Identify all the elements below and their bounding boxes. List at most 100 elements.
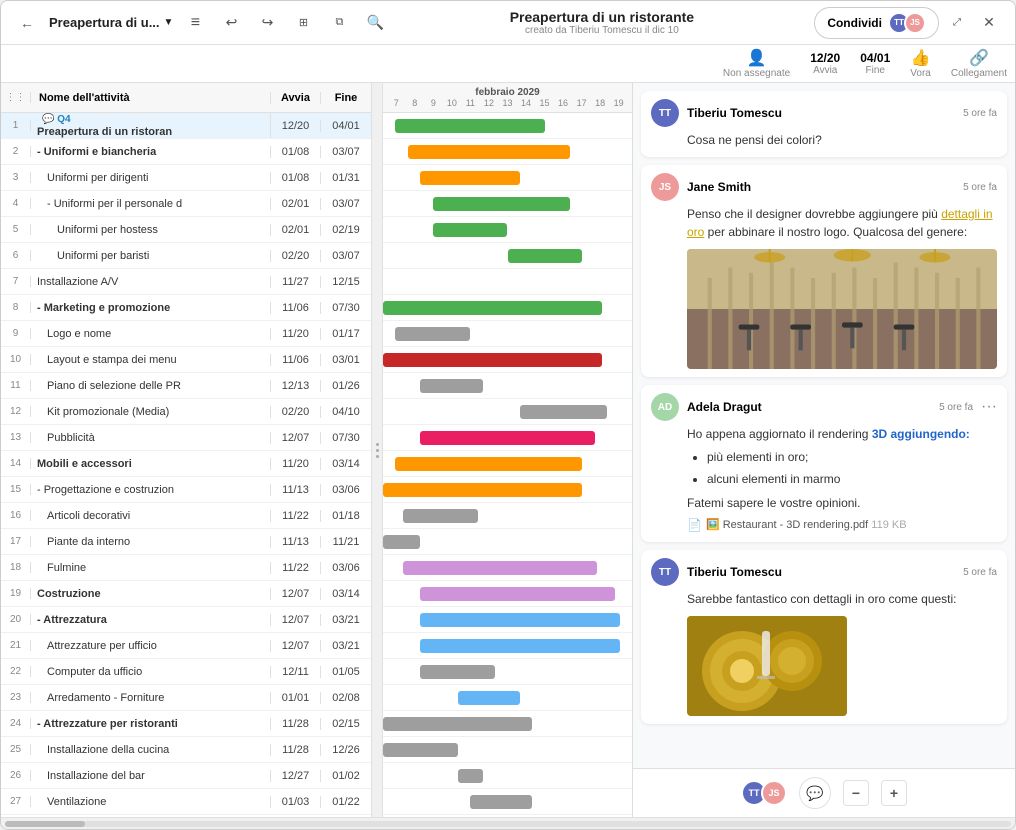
task-start: 11/27	[271, 276, 321, 288]
task-name: Uniformi per dirigenti	[31, 172, 271, 184]
gantt-bar[interactable]	[383, 353, 602, 367]
gantt-bar[interactable]	[458, 691, 520, 705]
day-label: 14	[517, 98, 536, 108]
task-row[interactable]: 4 - Uniformi per il personale d 02/01 03…	[1, 191, 371, 217]
bar-row	[383, 607, 632, 633]
task-name: - Uniformi e biancheria	[31, 146, 271, 158]
attachment-name: 🖼️ Restaurant - 3D rendering.pdf 119 KB	[706, 517, 907, 534]
task-row[interactable]: 18 Fulmine 11/22 03/06	[1, 555, 371, 581]
gantt-bar[interactable]	[508, 249, 583, 263]
link-dettagli[interactable]: dettagli in oro	[687, 207, 993, 239]
task-row[interactable]: 19 Costruzione 12/07 03/14	[1, 581, 371, 607]
gantt-bar[interactable]	[383, 717, 532, 731]
task-end: 03/14	[321, 588, 371, 600]
insert-button[interactable]: ⊞	[289, 9, 317, 37]
day-label: 11	[461, 98, 480, 108]
gantt-bar[interactable]	[383, 301, 602, 315]
row-number: 8	[1, 302, 31, 313]
task-row[interactable]: 2 - Uniformi e biancheria 01/08 03/07	[1, 139, 371, 165]
gantt-bar[interactable]	[433, 223, 508, 237]
task-end: 12/26	[321, 744, 371, 756]
menu-button[interactable]: ≡	[181, 9, 209, 37]
scroll-track[interactable]	[5, 821, 1011, 827]
task-row[interactable]: 22 Computer da ufficio 12/11 01/05	[1, 659, 371, 685]
more-options-btn[interactable]: ···	[981, 398, 997, 416]
task-row[interactable]: 8 - Marketing e promozione 11/06 07/30	[1, 295, 371, 321]
task-row[interactable]: 27 Ventilazione 01/03 01/22	[1, 789, 371, 815]
task-row[interactable]: 3 Uniformi per dirigenti 01/08 01/31	[1, 165, 371, 191]
task-row[interactable]: 16 Articoli decorativi 11/22 01/18	[1, 503, 371, 529]
task-row[interactable]: 21 Attrezzature per ufficio 12/07 03/21	[1, 633, 371, 659]
gantt-bar[interactable]	[383, 535, 420, 549]
task-row[interactable]: 23 Arredamento - Forniture 01/01 02/08	[1, 685, 371, 711]
task-row[interactable]: 15 - Progettazione e costruzion 11/13 03…	[1, 477, 371, 503]
gantt-bar[interactable]	[520, 405, 607, 419]
stat-end: 04/01 Fine	[860, 51, 890, 76]
task-row[interactable]: 12 Kit promozionale (Media) 02/20 04/10	[1, 399, 371, 425]
start-header: Avvia	[271, 92, 321, 104]
chevron-down-icon[interactable]: ▼	[164, 17, 174, 28]
comments-body: TT Tiberiu Tomescu 5 ore fa Cosa ne pens…	[633, 83, 1015, 768]
avatar-2: JS	[904, 12, 926, 34]
gantt-bar[interactable]	[395, 457, 582, 471]
gantt-bar[interactable]	[403, 561, 597, 575]
scroll-thumb[interactable]	[5, 821, 85, 827]
gantt-bar[interactable]	[383, 743, 458, 757]
zoom-plus-btn[interactable]: +	[881, 780, 907, 806]
task-start: 11/20	[271, 458, 321, 470]
stat-collegament: 🔗 Collegament	[951, 48, 1007, 79]
task-row[interactable]: 17 Piante da interno 11/13 11/21	[1, 529, 371, 555]
attachment[interactable]: 📄 🖼️ Restaurant - 3D rendering.pdf 119 K…	[687, 516, 997, 534]
task-name: Ventilazione	[31, 796, 271, 808]
task-row[interactable]: 5 Uniformi per hostess 02/01 02/19	[1, 217, 371, 243]
day-label: 15	[535, 98, 554, 108]
task-end: 03/06	[321, 562, 371, 574]
task-start: 01/08	[271, 172, 321, 184]
share-button[interactable]: Condividi TT JS	[814, 7, 939, 39]
gantt-bar[interactable]	[420, 665, 495, 679]
task-row[interactable]: 26 Installazione del bar 12/27 01/02	[1, 763, 371, 789]
task-row[interactable]: 7 Installazione A/V 11/27 12/15	[1, 269, 371, 295]
fullscreen-button[interactable]: ⧉	[325, 9, 353, 37]
search-button[interactable]: 🔍	[361, 9, 389, 37]
task-row[interactable]: 6 Uniformi per baristi 02/20 03/07	[1, 243, 371, 269]
gantt-bar[interactable]	[420, 379, 482, 393]
gantt-bar[interactable]	[458, 769, 483, 783]
gantt-bar[interactable]	[403, 509, 478, 523]
gantt-bar[interactable]	[383, 483, 582, 497]
gantt-bar[interactable]	[420, 587, 614, 601]
task-row[interactable]: 25 Installazione della cucina 11/28 12/2…	[1, 737, 371, 763]
task-row[interactable]: 20 - Attrezzatura 12/07 03/21	[1, 607, 371, 633]
bar-row	[383, 347, 632, 373]
close-button[interactable]: ✕	[975, 9, 1003, 37]
undo-button[interactable]: ↩	[217, 9, 245, 37]
resize-button[interactable]: ⤢	[943, 9, 971, 37]
task-row[interactable]: 9 Logo e nome 11/20 01/17	[1, 321, 371, 347]
gantt-bar[interactable]	[420, 613, 619, 627]
task-row[interactable]: 10 Layout e stampa dei menu 11/06 03/01	[1, 347, 371, 373]
gantt-bar[interactable]	[420, 431, 594, 445]
comment-avatar: TT	[651, 558, 679, 586]
bottom-scrollbar[interactable]	[1, 817, 1015, 829]
resize-handle[interactable]	[371, 83, 383, 817]
zoom-minus-btn[interactable]: −	[843, 780, 869, 806]
gantt-bar[interactable]	[470, 795, 532, 809]
row-number: 20	[1, 614, 31, 625]
comments-footer: TT JS 💬 − +	[633, 768, 1015, 817]
gantt-bar[interactable]	[420, 171, 520, 185]
avatar-group: TT JS	[888, 12, 926, 34]
task-row[interactable]: 14 Mobili e accessori 11/20 03/14	[1, 451, 371, 477]
comment-author: Jane Smith	[687, 180, 751, 194]
gantt-bar[interactable]	[433, 197, 570, 211]
gantt-bar[interactable]	[408, 145, 570, 159]
task-row[interactable]: 11 Piano di selezione delle PR 12/13 01/…	[1, 373, 371, 399]
redo-button[interactable]: ↪	[253, 9, 281, 37]
gantt-bar[interactable]	[395, 327, 470, 341]
gantt-bar[interactable]	[395, 119, 544, 133]
chat-icon-btn[interactable]: 💬	[799, 777, 831, 809]
back-button[interactable]: ←	[13, 9, 41, 37]
task-row[interactable]: 13 Pubblicità 12/07 07/30	[1, 425, 371, 451]
gantt-bar[interactable]	[420, 639, 619, 653]
task-row[interactable]: 1 💬 Q4 Preapertura di un ristoran 12/20 …	[1, 113, 371, 139]
task-row[interactable]: 24 - Attrezzature per ristoranti 11/28 0…	[1, 711, 371, 737]
